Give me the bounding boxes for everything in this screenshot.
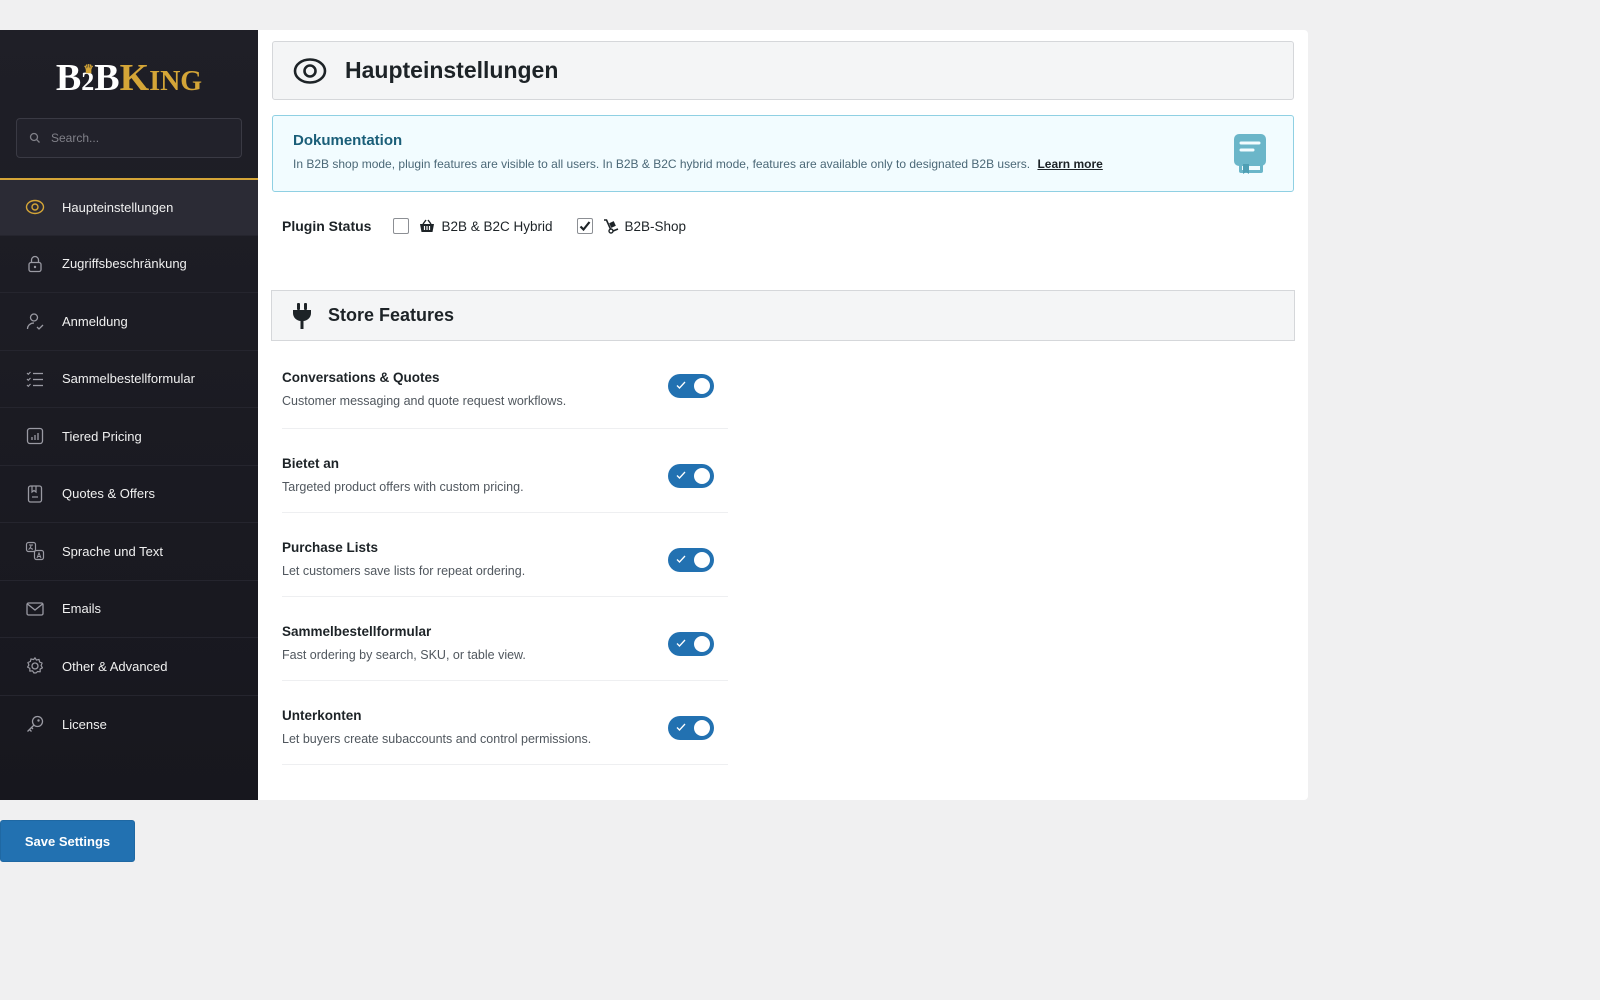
- sidebar-item-label: Emails: [62, 601, 102, 617]
- sidebar-item-label: Quotes & Offers: [62, 486, 155, 502]
- document-icon: [24, 483, 46, 505]
- conversations-quotes-toggle[interactable]: [668, 374, 714, 398]
- purchase-lists-toggle[interactable]: [668, 548, 714, 572]
- check-icon: [676, 639, 686, 647]
- feature-name: Purchase Lists: [282, 540, 379, 555]
- feature-purchase-lists: Purchase Lists Let customers save lists …: [282, 513, 728, 597]
- sidebar-item-anmeldung[interactable]: Anmeldung: [0, 293, 258, 351]
- check-icon: [676, 471, 686, 479]
- documentation-body: In B2B shop mode, plugin features are vi…: [293, 157, 1031, 171]
- logo-letter: B: [55, 57, 82, 99]
- toggle-knob: [694, 378, 710, 394]
- store-features-title: Store Features: [328, 305, 455, 325]
- check-icon: [676, 555, 686, 563]
- b2b-shop-checkbox[interactable]: [576, 218, 593, 234]
- toggle-knob: [694, 636, 710, 652]
- sidebar-item-label: Tiered Pricing: [62, 428, 142, 444]
- sidebar-item-sprache-und-text[interactable]: Sprache und Text: [0, 523, 258, 581]
- translate-icon: [24, 540, 46, 562]
- book-icon: [1234, 134, 1266, 174]
- search-input[interactable]: [51, 131, 231, 145]
- feature-description: Let customers save lists for repeat orde…: [282, 564, 526, 578]
- brand-logo: B ♛ 2 B K ING: [0, 30, 258, 118]
- sidebar-item-license[interactable]: License: [0, 696, 258, 754]
- check-icon: [676, 381, 686, 389]
- page-title: Haupteinstellungen: [345, 57, 559, 83]
- sidebar-item-label: Sprache und Text: [62, 543, 163, 559]
- sidebar-item-quotes-offers[interactable]: Quotes & Offers: [0, 466, 258, 523]
- learn-more-link[interactable]: Learn more: [1037, 157, 1102, 171]
- sidebar-item-haupteinstellungen[interactable]: Haupteinstellungen: [0, 178, 258, 236]
- plug-icon: [293, 302, 311, 329]
- feature-name: Bietet an: [282, 456, 340, 471]
- feature-name: Conversations & Quotes: [282, 370, 440, 385]
- hybrid-option-label: B2B & B2C Hybrid: [441, 218, 553, 234]
- sidebar-item-label: License: [62, 716, 107, 732]
- basket-icon: [420, 219, 435, 232]
- logo-two: ♛ 2: [81, 62, 95, 96]
- search-box[interactable]: [16, 118, 242, 158]
- key-icon: [24, 713, 46, 735]
- feature-list: Conversations & Quotes Customer messagin…: [272, 341, 728, 765]
- dolly-icon: [603, 219, 618, 234]
- chart-icon: [24, 425, 46, 447]
- sidebar: B ♛2 B K ING Haupteinstellungen Zugriffs…: [0, 30, 258, 800]
- sidebar-item-label: Other & Advanced: [62, 658, 168, 674]
- sidebar-item-label: Sammelbestellformular: [62, 371, 195, 387]
- toggle-knob: [694, 468, 710, 484]
- feature-description: Let buyers create subaccounts and contro…: [282, 732, 592, 746]
- sammelbestellformular-toggle[interactable]: [668, 632, 714, 656]
- sidebar-item-emails[interactable]: Emails: [0, 581, 258, 638]
- plugin-status-row: Plugin Status B2B & B2C Hybrid B2B-Shop: [272, 218, 1294, 234]
- feature-conversations-quotes: Conversations & Quotes Customer messagin…: [282, 341, 728, 429]
- search-icon: [29, 132, 40, 143]
- sidebar-item-zugriffsbeschraenkung[interactable]: Zugriffsbeschränkung: [0, 236, 258, 293]
- documentation-notice: Dokumentation In B2B shop mode, plugin f…: [272, 115, 1294, 192]
- user-check-icon: [24, 310, 46, 332]
- checkmark-icon: [579, 221, 590, 232]
- sidebar-item-label: Haupteinstellungen: [62, 199, 174, 215]
- bietet-an-toggle[interactable]: [668, 464, 714, 488]
- settings-panel: B ♛2 B K ING Haupteinstellungen Zugriffs…: [0, 30, 1308, 800]
- toggle-knob: [694, 720, 710, 736]
- store-features-header: Store Features: [271, 290, 1295, 341]
- save-settings-button[interactable]: Save Settings: [0, 820, 135, 862]
- feature-description: Targeted product offers with custom pric…: [282, 480, 524, 494]
- toggle-knob: [694, 552, 710, 568]
- feature-bietet-an: Bietet an Targeted product offers with c…: [282, 429, 728, 513]
- feature-description: Customer messaging and quote request wor…: [282, 394, 567, 408]
- sidebar-nav: Haupteinstellungen Zugriffsbeschränkung …: [0, 178, 258, 753]
- documentation-title: Dokumentation: [293, 132, 403, 149]
- eye-ring-icon: [293, 57, 327, 84]
- sidebar-item-sammelbestellformular[interactable]: Sammelbestellformular: [0, 351, 258, 408]
- feature-name: Unterkonten: [282, 708, 362, 723]
- envelope-icon: [24, 598, 46, 620]
- lock-icon: [24, 253, 46, 275]
- documentation-text: In B2B shop mode, plugin features are vi…: [293, 157, 1273, 171]
- feature-sammelbestellformular: Sammelbestellformular Fast ordering by s…: [282, 597, 728, 681]
- sidebar-item-label: Zugriffsbeschränkung: [62, 256, 187, 272]
- logo-letters: ING: [149, 66, 203, 97]
- sidebar-item-other-advanced[interactable]: Other & Advanced: [0, 638, 258, 696]
- plugin-status-label: Plugin Status: [282, 218, 372, 234]
- hybrid-checkbox[interactable]: [393, 218, 410, 234]
- page-header: Haupteinstellungen: [272, 41, 1294, 100]
- b2b-shop-option-label: B2B-Shop: [624, 218, 687, 234]
- crown-icon: ♛: [83, 62, 95, 76]
- list-check-icon: [24, 368, 46, 390]
- logo-letter: K: [119, 57, 150, 99]
- gear-icon: [24, 655, 46, 677]
- unterkonten-toggle[interactable]: [668, 716, 714, 740]
- feature-description: Fast ordering by search, SKU, or table v…: [282, 648, 526, 662]
- feature-unterkonten: Unterkonten Let buyers create subaccount…: [282, 681, 728, 765]
- feature-name: Sammelbestellformular: [282, 624, 432, 639]
- eye-ring-icon: [24, 196, 46, 218]
- main-content: Haupteinstellungen Dokumentation In B2B …: [258, 30, 1308, 800]
- sidebar-item-label: Anmeldung: [62, 313, 128, 329]
- sidebar-item-tiered-pricing[interactable]: Tiered Pricing: [0, 408, 258, 466]
- logo-letter: B: [94, 57, 120, 99]
- check-icon: [676, 723, 686, 731]
